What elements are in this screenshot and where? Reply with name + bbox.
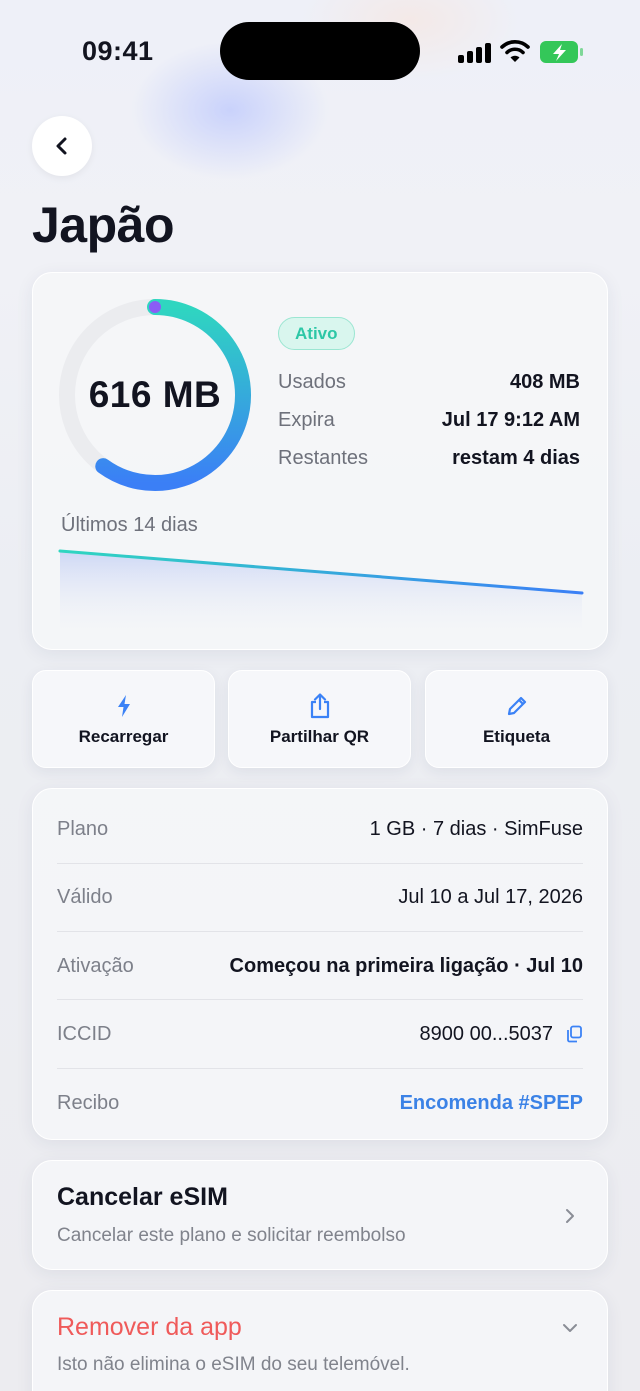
- detail-row-plan: Plano 1 GB · 7 dias · SimFuse: [57, 795, 583, 863]
- stat-value: 408 MB: [509, 371, 580, 393]
- stat-label: Usados: [278, 371, 346, 393]
- stat-value: Jul 17 9:12 AM: [441, 409, 580, 431]
- detail-value: Jul 10 a Jul 17, 2026: [398, 885, 583, 908]
- share-icon: [310, 693, 329, 719]
- detail-label: Ativação: [57, 954, 134, 977]
- iccid-value-group: 8900 00...5037: [420, 1023, 583, 1046]
- stat-label: Restantes: [278, 447, 369, 469]
- back-button[interactable]: [32, 116, 92, 176]
- stat-remaining: Restantes restam 4 dias: [278, 447, 580, 470]
- cancel-esim-title: Cancelar eSIM: [57, 1183, 228, 1211]
- recharge-label: Recarregar: [78, 727, 169, 746]
- label-button[interactable]: Etiqueta: [425, 670, 608, 768]
- history-label: Últimos 14 dias: [61, 514, 198, 536]
- chevron-right-icon: [566, 1209, 574, 1223]
- page-title: Japão: [32, 197, 175, 253]
- plan-details-card: Plano 1 GB · 7 dias · SimFuse Válido Jul…: [32, 788, 608, 1140]
- status-time: 09:41: [82, 36, 154, 66]
- remove-from-app-row[interactable]: Remover da app Isto não elimina o eSIM d…: [32, 1290, 608, 1391]
- cellular-signal-icon: [458, 41, 492, 63]
- remove-from-app-title: Remover da app: [57, 1313, 242, 1341]
- remove-from-app-subtitle: Isto não elimina o eSIM do seu telemóvel…: [57, 1354, 410, 1375]
- detail-label: Plano: [57, 817, 109, 840]
- share-qr-label: Partilhar QR: [269, 727, 370, 746]
- bolt-icon: [117, 695, 130, 717]
- copy-icon[interactable]: [565, 1025, 583, 1043]
- detail-row-valid: Válido Jul 10 a Jul 17, 2026: [57, 863, 583, 931]
- remaining-data: 616 MB: [88, 374, 222, 415]
- detail-value: 1 GB · 7 dias · SimFuse: [369, 817, 583, 840]
- detail-row-receipt: Recibo Encomenda #SPEP: [57, 1069, 583, 1137]
- dynamic-island: [220, 22, 420, 80]
- battery-charging-icon: [540, 41, 583, 63]
- label-button-label: Etiqueta: [482, 727, 551, 746]
- cancel-esim-subtitle: Cancelar este plano e solicitar reembols…: [57, 1225, 406, 1246]
- detail-value: 8900 00...5037: [419, 1022, 553, 1045]
- chevron-left-icon: [56, 137, 67, 155]
- usage-card: 616 MB Ativo Usados 408 MB Expira Jul 17…: [32, 272, 608, 650]
- usage-sparkline: [58, 549, 584, 628]
- detail-label: Válido: [57, 885, 113, 908]
- stat-value: restam 4 dias: [452, 447, 580, 469]
- stat-label: Expira: [278, 409, 335, 431]
- order-link[interactable]: Encomenda #SPEP: [400, 1092, 583, 1115]
- detail-value: Começou na primeira ligação · Jul 10: [229, 954, 583, 977]
- cancel-esim-row[interactable]: Cancelar eSIM Cancelar este plano e soli…: [32, 1160, 608, 1270]
- wifi-icon: [500, 40, 530, 62]
- status-badge: Ativo: [278, 317, 355, 350]
- detail-label: Recibo: [57, 1091, 120, 1114]
- chevron-down-icon: [563, 1324, 577, 1332]
- share-qr-button[interactable]: Partilhar QR: [228, 670, 411, 768]
- detail-label: ICCID: [57, 1022, 112, 1045]
- detail-row-iccid: ICCID 8900 00...5037: [57, 1000, 583, 1068]
- detail-row-activation: Ativação Começou na primeira ligação · J…: [57, 932, 583, 1000]
- recharge-button[interactable]: Recarregar: [32, 670, 215, 768]
- status-bar: 09:41: [0, 0, 640, 100]
- pencil-icon: [507, 696, 526, 716]
- stat-expires: Expira Jul 17 9:12 AM: [278, 409, 580, 432]
- stat-used: Usados 408 MB: [278, 371, 580, 394]
